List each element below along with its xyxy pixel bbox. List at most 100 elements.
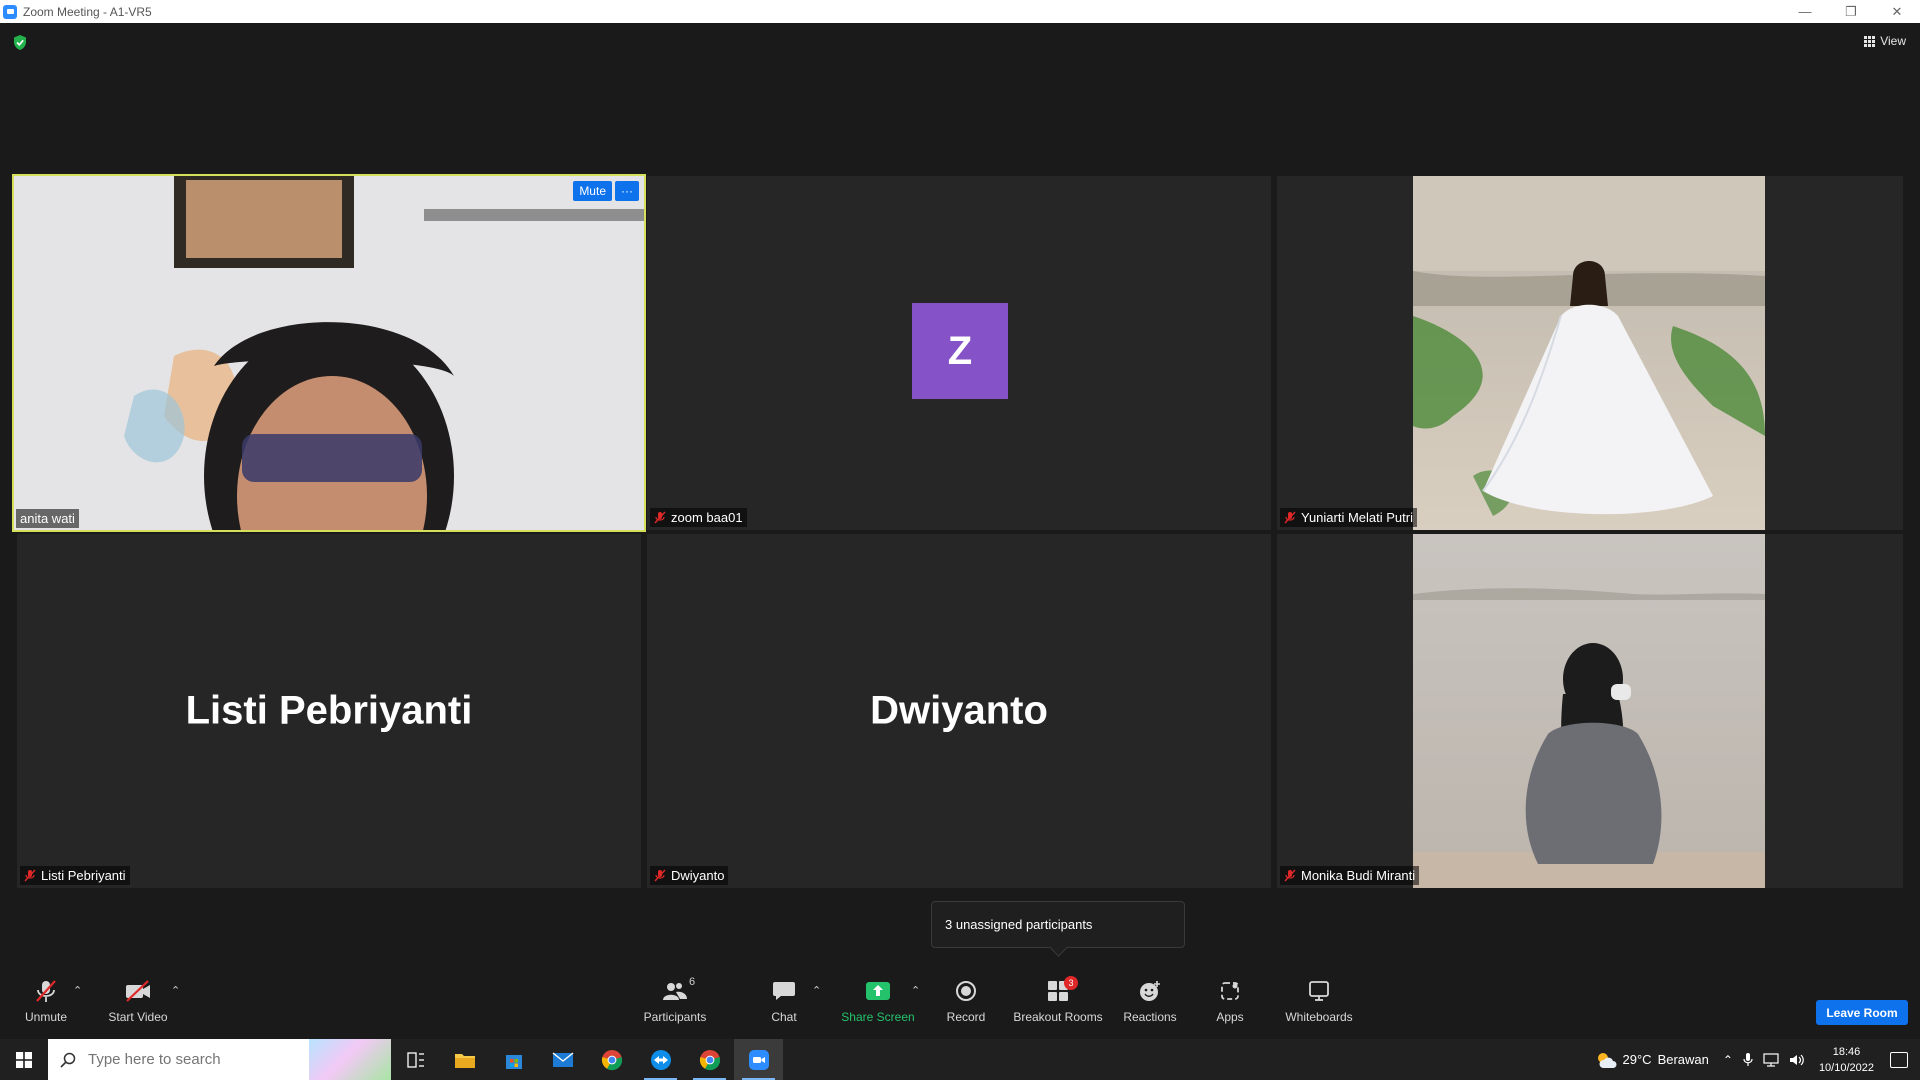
show-hidden-icons-chevron-icon[interactable]: ⌃: [1723, 1053, 1733, 1067]
participant-name: Dwiyanto: [671, 868, 725, 883]
participant-name: Yuniarti Melati Putri: [1301, 510, 1413, 525]
more-options-button[interactable]: ···: [615, 181, 639, 201]
participant-name: anita wati: [20, 511, 75, 526]
participant-video-feed: [1413, 534, 1765, 888]
system-tray: 29°C Berawan ⌃ 18:46 10/10/2022: [1595, 1039, 1920, 1080]
video-tile-yuniarti-melati-putri[interactable]: Yuniarti Melati Putri: [1277, 176, 1903, 530]
chat-label: Chat: [771, 1009, 797, 1024]
security-shield-icon[interactable]: [12, 34, 28, 51]
windows-start-button[interactable]: [0, 1039, 48, 1080]
participant-name-tag: Yuniarti Melati Putri: [1280, 508, 1417, 527]
start-video-button[interactable]: Start Video: [104, 962, 172, 1039]
clock-date: 10/10/2022: [1818, 1061, 1874, 1074]
restore-icon[interactable]: ❐: [1828, 0, 1874, 23]
participant-name: zoom baa01: [671, 510, 743, 525]
apps-icon: [1216, 978, 1244, 1004]
video-tile-dwiyanto[interactable]: Dwiyanto Dwiyanto: [647, 534, 1271, 888]
participant-display-name: Dwiyanto: [870, 688, 1048, 733]
mic-muted-icon: [24, 869, 36, 882]
breakout-rooms-icon: 3: [1044, 975, 1078, 1004]
taskbar-search-box[interactable]: [48, 1039, 391, 1080]
reactions-button[interactable]: Reactions: [1120, 962, 1180, 1039]
mute-participant-button[interactable]: Mute: [573, 181, 612, 201]
participant-name-tag: Listi Pebriyanti: [20, 866, 130, 885]
chat-options-chevron-icon[interactable]: ⌃: [812, 984, 821, 997]
video-tile-listi-pebriyanti[interactable]: Listi Pebriyanti Listi Pebriyanti: [17, 534, 641, 888]
tile-actions: Mute ···: [573, 181, 639, 201]
network-icon[interactable]: [1763, 1052, 1779, 1067]
teamviewer-icon[interactable]: [636, 1039, 685, 1080]
search-input[interactable]: [88, 1051, 278, 1068]
apps-label: Apps: [1216, 1009, 1244, 1024]
participants-label: Participants: [643, 1009, 707, 1024]
share-screen-button[interactable]: Share Screen: [840, 962, 916, 1039]
breakout-rooms-button[interactable]: 3 Breakout Rooms: [1012, 962, 1104, 1039]
video-off-icon: [124, 978, 152, 1004]
participants-count: 6: [689, 975, 696, 988]
microphone-icon[interactable]: [1743, 1052, 1753, 1067]
record-label: Record: [946, 1009, 986, 1024]
chat-icon: [770, 978, 798, 1004]
taskbar-clock[interactable]: 18:46 10/10/2022: [1819, 1044, 1874, 1076]
breakout-tooltip: 3 unassigned participants: [931, 901, 1185, 948]
record-button[interactable]: Record: [940, 962, 992, 1039]
share-options-chevron-icon[interactable]: ⌃: [911, 984, 920, 997]
mic-muted-icon: [1284, 869, 1296, 882]
microsoft-store-icon[interactable]: [489, 1039, 538, 1080]
apps-button[interactable]: Apps: [1210, 962, 1250, 1039]
zoom-taskbar-icon[interactable]: [734, 1039, 783, 1080]
participant-avatar: Z: [912, 303, 1008, 399]
weather-widget[interactable]: 29°C Berawan: [1595, 1050, 1709, 1070]
file-explorer-icon[interactable]: [440, 1039, 489, 1080]
zoom-app-icon: [3, 4, 17, 19]
chrome-icon[interactable]: [587, 1039, 636, 1080]
audio-options-chevron-icon[interactable]: ⌃: [73, 984, 82, 997]
meeting-toolbar: Unmute ⌃ Start Video ⌃ 6 Participants Ch…: [0, 962, 1920, 1039]
chat-button[interactable]: Chat: [760, 962, 808, 1039]
participant-display-name: Listi Pebriyanti: [185, 688, 473, 733]
breakout-rooms-label: Breakout Rooms: [1013, 1009, 1103, 1024]
minimize-icon[interactable]: —: [1782, 0, 1828, 23]
participant-name-tag: zoom baa01: [650, 508, 747, 527]
mic-muted-icon: [654, 869, 666, 882]
mail-icon[interactable]: [538, 1039, 587, 1080]
share-screen-label: Share Screen: [841, 1009, 915, 1024]
weather-description: Berawan: [1657, 1052, 1709, 1067]
chrome-window-icon[interactable]: [685, 1039, 734, 1080]
video-tile-zoom-baa01[interactable]: Z zoom baa01: [647, 176, 1271, 530]
close-icon[interactable]: ✕: [1874, 0, 1920, 23]
whiteboards-label: Whiteboards: [1285, 1009, 1353, 1024]
video-options-chevron-icon[interactable]: ⌃: [171, 984, 180, 997]
participants-button[interactable]: 6 Participants: [640, 962, 710, 1039]
windows-taskbar: 29°C Berawan ⌃ 18:46 10/10/2022: [0, 1039, 1920, 1080]
view-label: View: [1880, 34, 1906, 48]
mic-muted-icon: [654, 511, 666, 524]
reactions-icon: [1136, 978, 1164, 1004]
participant-video-feed: [1413, 176, 1765, 530]
whiteboards-button[interactable]: Whiteboards: [1284, 962, 1354, 1039]
clock-time: 18:46: [1832, 1045, 1861, 1058]
video-tile-anita-wati[interactable]: Mute ··· anita wati: [12, 174, 646, 532]
tray-icons: ⌃: [1723, 1052, 1805, 1067]
reactions-label: Reactions: [1123, 1009, 1177, 1024]
meeting-area: View Mute ··· anita wati Z zoom baa01 Yu…: [0, 23, 1920, 1039]
video-tile-monika-budi-miranti[interactable]: Monika Budi Miranti: [1277, 534, 1903, 888]
whiteboard-icon: [1305, 978, 1333, 1004]
participant-name: Listi Pebriyanti: [41, 868, 126, 883]
volume-icon[interactable]: [1789, 1053, 1805, 1067]
start-video-label: Start Video: [108, 1009, 168, 1024]
view-button[interactable]: View: [1864, 34, 1906, 48]
unmute-button[interactable]: Unmute: [18, 962, 74, 1039]
leave-room-button[interactable]: Leave Room: [1816, 1000, 1908, 1025]
taskbar-apps: [391, 1039, 783, 1080]
participant-name-tag: anita wati: [16, 509, 79, 528]
unmute-label: Unmute: [24, 1009, 68, 1024]
window-title: Zoom Meeting - A1-VR5: [23, 4, 152, 19]
search-highlight-image: [309, 1039, 391, 1080]
notification-center-icon[interactable]: [1890, 1051, 1908, 1068]
participant-name-tag: Monika Budi Miranti: [1280, 866, 1420, 885]
mic-muted-icon: [32, 978, 60, 1004]
grid-view-icon: [1864, 35, 1876, 47]
task-view-icon[interactable]: [391, 1039, 440, 1080]
breakout-count-badge: 3: [1064, 975, 1078, 990]
